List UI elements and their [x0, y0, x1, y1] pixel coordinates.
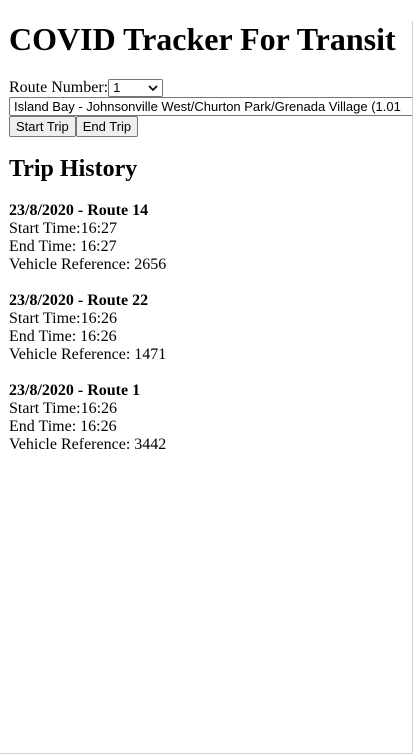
- vehicle-reference-value: 1471: [134, 346, 167, 363]
- trip-title: 23/8/2020 - Route 14: [9, 202, 149, 219]
- trip-start-time: Start Time:16:26: [9, 310, 405, 328]
- start-time-value: 16:26: [80, 310, 118, 327]
- route-number-value: 1: [113, 80, 121, 95]
- trip-entry: 23/8/2020 - Route 14 Start Time:16:27 En…: [9, 202, 405, 274]
- start-trip-button[interactable]: Start Trip: [9, 116, 76, 137]
- end-time-label: End Time:: [9, 328, 81, 345]
- trip-vehicle-reference: Vehicle Reference: 3442: [9, 436, 405, 454]
- trip-end-time: End Time: 16:26: [9, 328, 405, 346]
- vehicle-reference-value: 2656: [134, 256, 167, 273]
- start-time-label: Start Time:: [9, 220, 81, 237]
- end-time-value: 16:26: [80, 328, 117, 345]
- trip-vehicle-reference: Vehicle Reference: 1471: [9, 346, 405, 364]
- trip-start-time: Start Time:16:27: [9, 220, 405, 238]
- route-description-select[interactable]: Island Bay - Johnsonville West/Churton P…: [9, 97, 413, 116]
- trip-buttons: Start Trip End Trip: [9, 116, 405, 137]
- route-number-row: Route Number: 1: [9, 79, 405, 97]
- route-number-label: Route Number:: [9, 79, 109, 96]
- end-time-label: End Time:: [9, 418, 81, 435]
- trip-vehicle-reference: Vehicle Reference: 2656: [9, 256, 405, 274]
- start-time-value: 16:26: [80, 400, 118, 417]
- vehicle-reference-label: Vehicle Reference:: [9, 436, 135, 453]
- trip-title: 23/8/2020 - Route 1: [9, 382, 141, 399]
- start-time-label: Start Time:: [9, 400, 81, 417]
- start-time-value: 16:27: [80, 220, 118, 237]
- vehicle-reference-label: Vehicle Reference:: [9, 346, 135, 363]
- route-number-select[interactable]: 1: [108, 79, 164, 97]
- vehicle-reference-label: Vehicle Reference:: [9, 256, 135, 273]
- trip-end-time: End Time: 16:26: [9, 418, 405, 436]
- trip-history-heading: Trip History: [9, 156, 138, 182]
- trip-start-time: Start Time:16:26: [9, 400, 405, 418]
- trip-entry: 23/8/2020 - Route 1 Start Time:16:26 End…: [9, 382, 405, 454]
- page-content: COVID Tracker For Transit Route Number: …: [0, 21, 413, 454]
- end-time-label: End Time:: [9, 238, 81, 255]
- chevron-down-icon: [148, 85, 158, 92]
- page-title: COVID Tracker For Transit: [9, 21, 396, 57]
- trip-title: 23/8/2020 - Route 22: [9, 292, 149, 309]
- end-trip-button[interactable]: End Trip: [75, 116, 139, 137]
- end-time-value: 16:26: [80, 418, 117, 435]
- trip-entry: 23/8/2020 - Route 22 Start Time:16:26 En…: [9, 292, 405, 364]
- trip-end-time: End Time: 16:27: [9, 238, 405, 256]
- vehicle-reference-value: 3442: [134, 436, 167, 453]
- start-time-label: Start Time:: [9, 310, 81, 327]
- end-time-value: 16:27: [80, 238, 117, 255]
